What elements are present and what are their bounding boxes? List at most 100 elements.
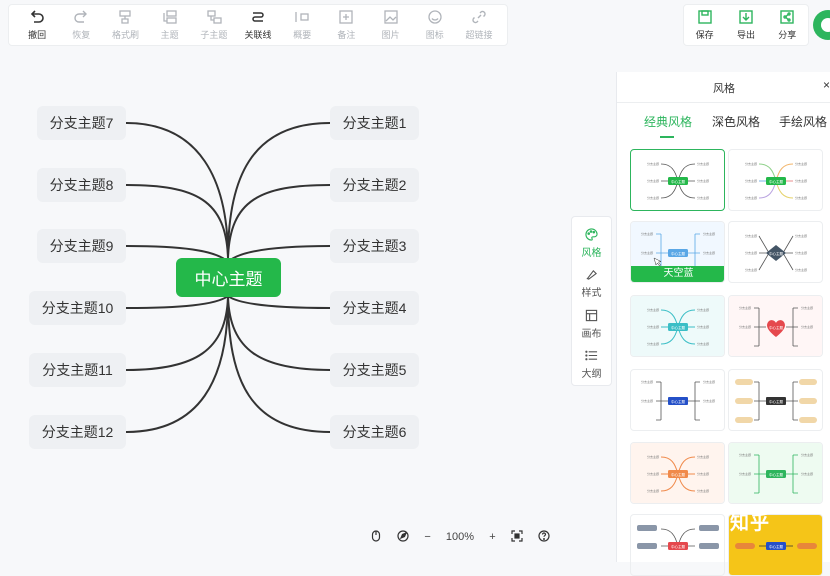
svg-text:分支主题: 分支主题 (745, 195, 757, 200)
branch-node-10[interactable]: 分支主题10 (29, 291, 126, 325)
theme-thumbnail[interactable]: 中心主题 分支主题 分支主题 分支主题 分支主题 分支主题 分支主题 (728, 149, 823, 211)
svg-text:分支主题: 分支主题 (647, 488, 659, 493)
theme-thumbnail[interactable]: 中心主题 分支主题 分支主题 分支主题 分支主题 (630, 369, 725, 431)
svg-text:中心主题: 中心主题 (671, 399, 685, 404)
svg-text:分支主题: 分支主题 (703, 231, 715, 236)
svg-text:分支主题: 分支主题 (647, 341, 659, 346)
side-tab-bar: 风格 样式 画布 大纲 (571, 216, 612, 386)
svg-text:分支主题: 分支主题 (801, 324, 813, 329)
svg-text:分支主题: 分支主题 (745, 178, 757, 183)
svg-text:分支主题: 分支主题 (795, 233, 807, 238)
svg-text:中心主题: 中心主题 (769, 399, 783, 404)
branch-node-11[interactable]: 分支主题11 (29, 353, 126, 387)
theme-thumbnail[interactable]: 中心主题 分支主题 分支主题 分支主题 分支主题 分支主题 分支主题 (630, 295, 725, 357)
svg-text:分支主题: 分支主题 (697, 454, 709, 459)
svg-text:中心主题: 中心主题 (769, 179, 783, 184)
svg-text:分支主题: 分支主题 (703, 250, 715, 255)
branch-node-1[interactable]: 分支主题1 (330, 106, 419, 140)
side-tab-style-theme[interactable]: 风格 (572, 223, 612, 264)
svg-text:分支主题: 分支主题 (647, 454, 659, 459)
theme-thumbnail[interactable]: 中心主题 分支主题 分支主题 分支主题 分支主题 (728, 442, 823, 504)
canvas-icon (585, 309, 598, 321)
active-tab-indicator (660, 136, 674, 138)
zoom-in-button[interactable]: + (489, 531, 495, 543)
svg-text:分支主题: 分支主题 (647, 471, 659, 476)
fit-screen-icon[interactable] (511, 529, 523, 545)
theme-thumbnail-sky-blue[interactable]: 中心主题 分支主题 分支主题 分支主题 分支主题 天空蓝 (630, 221, 725, 283)
svg-text:分支主题: 分支主题 (795, 161, 807, 166)
svg-text:分支主题: 分支主题 (697, 307, 709, 312)
help-icon[interactable] (538, 529, 550, 545)
branch-node-3[interactable]: 分支主题3 (330, 229, 419, 263)
svg-text:分支主题: 分支主题 (739, 305, 751, 310)
branch-node-2[interactable]: 分支主题2 (330, 168, 419, 202)
svg-text:中心主题: 中心主题 (769, 544, 783, 549)
zoom-controls: − 100% + (370, 527, 550, 547)
svg-text:分支主题: 分支主题 (801, 305, 813, 310)
svg-text:分支主题: 分支主题 (745, 161, 757, 166)
svg-text:分支主题: 分支主题 (647, 195, 659, 200)
svg-text:分支主题: 分支主题 (647, 324, 659, 329)
outline-icon (585, 350, 598, 361)
style-icon (586, 270, 597, 281)
theme-thumbnail[interactable]: 中心主题 (630, 514, 725, 576)
svg-text:分支主题: 分支主题 (697, 324, 709, 329)
svg-text:分支主题: 分支主题 (697, 341, 709, 346)
theme-thumbnail[interactable]: 中心主题 (728, 369, 823, 431)
svg-text:分支主题: 分支主题 (647, 161, 659, 166)
branch-node-6[interactable]: 分支主题6 (330, 415, 419, 449)
close-icon[interactable]: × (823, 78, 830, 92)
svg-text:中心主题: 中心主题 (769, 251, 783, 256)
branch-node-5[interactable]: 分支主题5 (330, 353, 419, 387)
branch-node-12[interactable]: 分支主题12 (29, 415, 126, 449)
svg-text:分支主题: 分支主题 (647, 307, 659, 312)
tab-classic-style[interactable]: 经典风格 (644, 113, 692, 130)
svg-text:分支主题: 分支主题 (801, 471, 813, 476)
svg-text:分支主题: 分支主题 (795, 178, 807, 183)
mindmap-canvas[interactable]: 撤回 恢复 格式刷 主题 子主题 关联线 概要 备注 图片 图标 超链接 保存 … (0, 0, 830, 576)
svg-text:分支主题: 分支主题 (697, 161, 709, 166)
svg-text:分支主题: 分支主题 (647, 178, 659, 183)
zoom-out-button[interactable]: − (424, 531, 430, 543)
svg-text:中心主题: 中心主题 (671, 179, 685, 184)
svg-text:分支主题: 分支主题 (739, 452, 751, 457)
zhihu-watermark: 知乎 (730, 513, 771, 534)
svg-text:分支主题: 分支主题 (703, 379, 715, 384)
svg-text:分支主题: 分支主题 (697, 488, 709, 493)
tab-dark-style[interactable]: 深色风格 (712, 113, 760, 130)
svg-text:分支主题: 分支主题 (795, 267, 807, 272)
svg-text:分支主题: 分支主题 (641, 250, 653, 255)
svg-text:分支主题: 分支主题 (641, 231, 653, 236)
theme-thumbnail[interactable]: 中心主题 分支主题 分支主题 分支主题 分支主题 分支主题 分支主题 (630, 149, 725, 211)
side-tab-style[interactable]: 样式 (572, 264, 612, 305)
theme-thumbnail[interactable]: 中心主题 分支主题 分支主题 分支主题 分支主题 分支主题 分支主题 (630, 442, 725, 504)
svg-text:中心主题: 中心主题 (671, 251, 685, 256)
svg-text:中心主题: 中心主题 (671, 544, 685, 549)
svg-text:分支主题: 分支主题 (739, 324, 751, 329)
side-tab-canvas[interactable]: 画布 (572, 304, 612, 345)
svg-text:分支主题: 分支主题 (795, 195, 807, 200)
theme-hover-label: 天空蓝 (631, 266, 724, 282)
theme-thumbnail[interactable]: 中心主题 分支主题 分支主题 分支主题 分支主题 (728, 295, 823, 357)
tab-handdrawn-style[interactable]: 手绘风格 (779, 113, 827, 130)
svg-text:分支主题: 分支主题 (745, 267, 757, 272)
svg-text:分支主题: 分支主题 (697, 471, 709, 476)
svg-text:中心主题: 中心主题 (671, 472, 685, 477)
style-panel: 风格 × 经典风格 深色风格 手绘风格 中心主题 分支主题 分支主题 分支主题 分支主… (616, 72, 830, 576)
branch-node-8[interactable]: 分支主题8 (37, 168, 126, 202)
center-topic-node[interactable]: 中心主题 (176, 258, 281, 297)
svg-text:分支主题: 分支主题 (745, 233, 757, 238)
branch-node-7[interactable]: 分支主题7 (37, 106, 126, 140)
theme-thumbnail[interactable]: 中心主题 分支主题 分支主题 分支主题 分支主题 分支主题 分支主题 (728, 221, 823, 283)
panel-title: 风格 (713, 83, 735, 95)
svg-text:分支主题: 分支主题 (801, 452, 813, 457)
branch-node-9[interactable]: 分支主题9 (37, 229, 126, 263)
svg-text:分支主题: 分支主题 (745, 250, 757, 255)
svg-text:分支主题: 分支主题 (697, 195, 709, 200)
palette-icon (585, 228, 598, 241)
side-tab-outline[interactable]: 大纲 (572, 345, 612, 386)
svg-text:分支主题: 分支主题 (739, 471, 751, 476)
navigate-icon[interactable] (397, 529, 409, 545)
mouse-mode-icon[interactable] (370, 529, 382, 545)
branch-node-4[interactable]: 分支主题4 (330, 291, 419, 325)
